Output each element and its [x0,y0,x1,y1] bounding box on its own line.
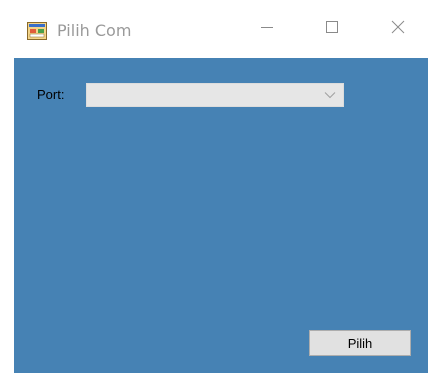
window-title: Pilih Com [57,21,132,40]
minimize-button[interactable] [244,0,290,58]
maximize-icon [325,20,339,39]
minimize-icon [260,20,274,39]
pilih-com-window: Pilih Com Port: Pilih [0,0,428,373]
app-form-icon [27,22,47,40]
port-label: Port: [37,87,65,102]
close-button[interactable] [375,0,421,58]
chevron-down-icon[interactable] [321,84,339,106]
maximize-button[interactable] [309,0,355,58]
pilih-button[interactable]: Pilih [309,330,411,356]
title-bar[interactable]: Pilih Com [0,0,428,58]
window-left-border [0,58,14,373]
port-combobox[interactable] [86,83,344,107]
close-icon [390,19,406,40]
